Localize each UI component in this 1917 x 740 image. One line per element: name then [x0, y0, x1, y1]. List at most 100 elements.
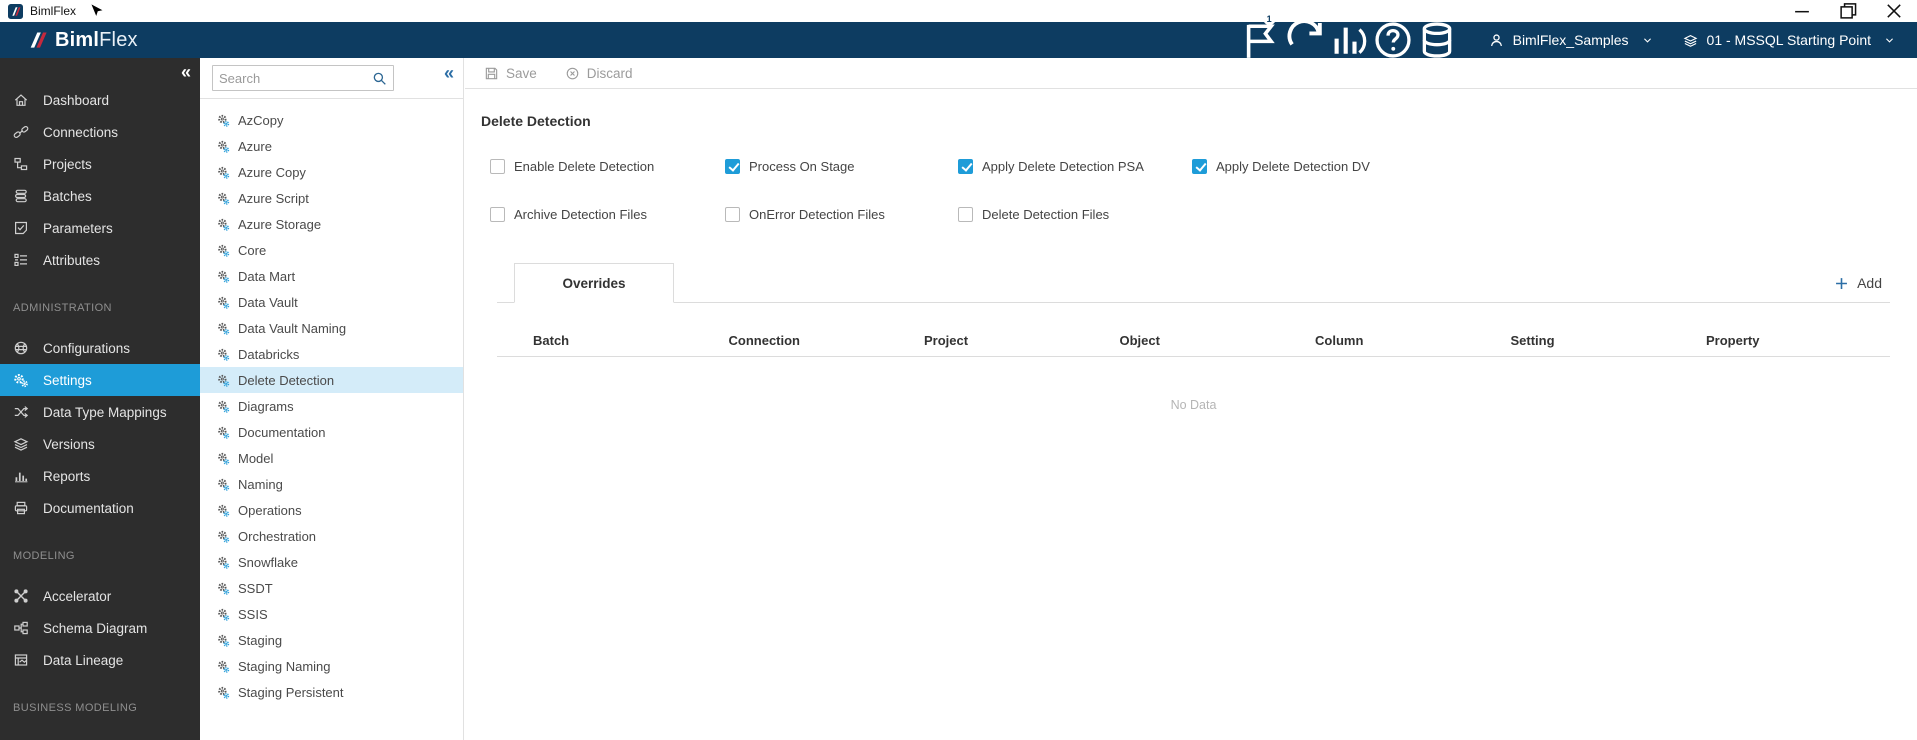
checkbox-row-2: Archive Detection Files OnError Detection… — [465, 207, 1917, 223]
settings-list-item-azure-script[interactable]: Azure Script — [200, 185, 463, 211]
settings-list-item-naming[interactable]: Naming — [200, 471, 463, 497]
settings-list-item-label: Azure Script — [238, 190, 309, 206]
checkbox-box[interactable] — [958, 159, 973, 174]
checkbox-label: Apply Delete Detection PSA — [982, 159, 1144, 174]
settings-list-item-ssis[interactable]: SSIS — [200, 601, 463, 627]
printer-icon — [13, 500, 29, 516]
refresh-button[interactable] — [1283, 18, 1327, 62]
link-icon — [13, 124, 29, 140]
sidebar-item-label: Batches — [43, 188, 92, 204]
app-header: BimlFlex 1 BimlFlex_Samples 01 - MSSQL S… — [0, 12, 1917, 58]
layers-icon — [13, 436, 29, 452]
sidebar-item-documentation[interactable]: Documentation — [0, 492, 200, 524]
settings-list-item-data-mart[interactable]: Data Mart — [200, 263, 463, 289]
sidebar-item-data-lineage[interactable]: Data Lineage — [0, 644, 200, 676]
settings-list-item-staging-persistent[interactable]: Staging Persistent — [200, 679, 463, 705]
logo-text-biml: Biml — [55, 28, 100, 51]
insights-button[interactable] — [1327, 18, 1371, 62]
database-button[interactable] — [1415, 18, 1459, 62]
gear-pair-icon — [216, 477, 231, 492]
settings-list-item-label: Staging — [238, 632, 283, 648]
environment-dropdown[interactable]: 01 - MSSQL Starting Point — [1683, 32, 1895, 48]
settings-list-item-label: Azure Storage — [238, 216, 322, 232]
sidebar-item-versions[interactable]: Versions — [0, 428, 200, 460]
bimlflex-logo: BimlFlex — [26, 29, 138, 52]
sidebar-item-configurations[interactable]: Configurations — [0, 332, 200, 364]
sidebar-item-label: Settings — [43, 372, 92, 388]
settings-list-item-data-vault[interactable]: Data Vault — [200, 289, 463, 315]
settings-list-item-model[interactable]: Model — [200, 445, 463, 471]
settings-list-item-staging-naming[interactable]: Staging Naming — [200, 653, 463, 679]
sidebar-item-batches[interactable]: Batches — [0, 180, 200, 212]
sidebar-section-administration: ADMINISTRATION — [13, 302, 112, 314]
settings-list-item-azcopy[interactable]: AzCopy — [200, 107, 463, 133]
app-logo-icon — [8, 3, 23, 19]
gear-pair-icon — [216, 295, 231, 310]
sidebar: « Dashboard Connections Projects Batches Par… — [0, 58, 200, 740]
settings-list-item-documentation[interactable]: Documentation — [200, 419, 463, 445]
settings-list-item-azure[interactable]: Azure — [200, 133, 463, 159]
gear-pair-icon — [216, 529, 231, 544]
sidebar-item-attributes[interactable]: Attributes — [0, 244, 200, 276]
sidebar-item-reports[interactable]: Reports — [0, 460, 200, 492]
checkbox-apply-delete-detection-psa[interactable]: Apply Delete Detection PSA — [958, 159, 1144, 174]
sidebar-item-label: Data Lineage — [43, 652, 124, 668]
sidebar-item-accelerator[interactable]: Accelerator — [0, 580, 200, 612]
settings-list-item-diagrams[interactable]: Diagrams — [200, 393, 463, 419]
checkbox-delete-detection-files[interactable]: Delete Detection Files — [958, 207, 1109, 222]
sidebar-item-data-type-mappings[interactable]: Data Type Mappings — [0, 396, 200, 428]
settings-list-item-ssdt[interactable]: SSDT — [200, 575, 463, 601]
settings-list-item-databricks[interactable]: Databricks — [200, 341, 463, 367]
sidebar-item-schema-diagram[interactable]: Schema Diagram — [0, 612, 200, 644]
globe-icon — [13, 340, 29, 356]
checkbox-box[interactable] — [490, 159, 505, 174]
checkbox-apply-delete-detection-dv[interactable]: Apply Delete Detection DV — [1192, 159, 1370, 174]
settings-list-item-label: Staging Persistent — [238, 684, 344, 700]
save-button[interactable]: Save — [484, 66, 537, 81]
checkbox-box[interactable] — [1192, 159, 1207, 174]
column-header-project: Project — [924, 333, 969, 348]
account-dropdown[interactable]: BimlFlex_Samples — [1489, 32, 1653, 48]
checkbox-box[interactable] — [725, 159, 740, 174]
sidebar-item-projects[interactable]: Projects — [0, 148, 200, 180]
checkbox-box[interactable] — [958, 207, 973, 222]
settings-list-item-core[interactable]: Core — [200, 237, 463, 263]
search-input[interactable] — [213, 70, 372, 86]
settings-list-item-azure-copy[interactable]: Azure Copy — [200, 159, 463, 185]
gear-pair-icon — [216, 321, 231, 336]
search-icon[interactable] — [372, 71, 387, 86]
accelerator-icon — [13, 588, 29, 604]
add-button[interactable]: Add — [1834, 275, 1882, 291]
sidebar-item-label: Dashboard — [43, 92, 110, 108]
checkbox-box[interactable] — [725, 207, 740, 222]
checkbox-box[interactable] — [490, 207, 505, 222]
checkbox-row-1: Enable Delete Detection Process On Stage A… — [465, 159, 1917, 175]
tab-overrides[interactable]: Overrides — [514, 263, 674, 303]
sidebar-item-settings[interactable]: Settings — [0, 364, 200, 396]
settings-list-item-label: Naming — [238, 476, 283, 492]
discard-button[interactable]: Discard — [565, 66, 633, 81]
settings-list-item-azure-storage[interactable]: Azure Storage — [200, 211, 463, 237]
panel-collapse-button[interactable]: « — [444, 64, 454, 82]
gear-pair-icon — [216, 165, 231, 180]
sidebar-item-parameters[interactable]: Parameters — [0, 212, 200, 244]
settings-list-item-snowflake[interactable]: Snowflake — [200, 549, 463, 575]
settings-list-item-staging[interactable]: Staging — [200, 627, 463, 653]
sidebar-item-dashboard[interactable]: Dashboard — [0, 84, 200, 116]
settings-list-item-label: SSDT — [238, 580, 273, 596]
checkbox-archive-detection-files[interactable]: Archive Detection Files — [490, 207, 647, 222]
database-icon — [1415, 18, 1459, 62]
sidebar-item-connections[interactable]: Connections — [0, 116, 200, 148]
notifications-flag-button[interactable]: 1 — [1239, 12, 1283, 62]
checkbox-process-on-stage[interactable]: Process On Stage — [725, 159, 855, 174]
sidebar-collapse-button[interactable]: « — [181, 63, 191, 81]
settings-list-item-orchestration[interactable]: Orchestration — [200, 523, 463, 549]
help-button[interactable] — [1371, 18, 1415, 62]
checkbox-enable-delete-detection[interactable]: Enable Delete Detection — [490, 159, 654, 174]
settings-list-item-delete-detection[interactable]: Delete Detection — [200, 367, 463, 393]
settings-list-item-operations[interactable]: Operations — [200, 497, 463, 523]
gear-pair-icon — [216, 685, 231, 700]
checkbox-onerror-detection-files[interactable]: OnError Detection Files — [725, 207, 885, 222]
settings-list-item-data-vault-naming[interactable]: Data Vault Naming — [200, 315, 463, 341]
settings-list-item-label: Diagrams — [238, 398, 294, 414]
